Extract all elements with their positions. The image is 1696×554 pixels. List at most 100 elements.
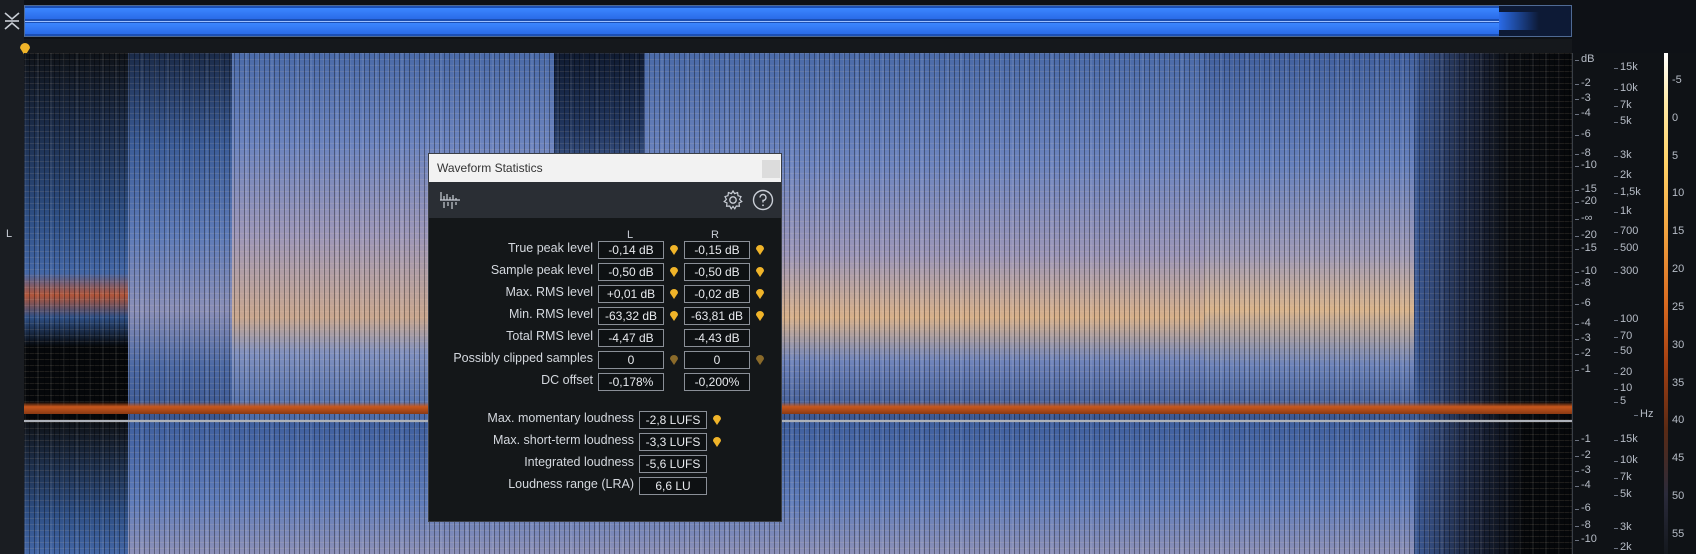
- spectral-editor: L dB -2 -3 -4 -6 -8 -10 -15 -20 -∞ -20 -…: [0, 0, 1696, 554]
- left-gutter: L: [0, 0, 24, 554]
- sample-peak-left-value: -0,50 dB: [598, 263, 664, 281]
- locate-marker-icon[interactable]: [755, 354, 765, 366]
- hz-tick: 5k: [1614, 115, 1632, 127]
- hz-tick: 3k: [1614, 521, 1632, 533]
- db-tick: -10: [1575, 533, 1597, 545]
- hz-tick: 50: [1613, 345, 1633, 357]
- color-tick: 45: [1672, 452, 1685, 464]
- locate-marker-icon[interactable]: [755, 310, 765, 322]
- locate-marker-icon[interactable]: [755, 288, 765, 300]
- db-tick: -6: [1575, 502, 1591, 514]
- integrated-loudness-value: -5,6 LUFS: [639, 455, 707, 473]
- collapse-overview-icon[interactable]: [3, 9, 21, 33]
- color-tick: 10: [1672, 187, 1685, 199]
- hz-tick: 100: [1613, 313, 1639, 325]
- true-peak-left-value: -0,14 dB: [598, 241, 664, 259]
- loudness-label-integrated: Integrated loudness: [524, 455, 634, 469]
- spectrogram-channel-right[interactable]: [24, 422, 1572, 554]
- dialog-close-button[interactable]: [762, 160, 780, 178]
- db-tick: -1: [1575, 433, 1591, 445]
- min-rms-right-value: -63,81 dB: [684, 307, 750, 325]
- color-tick: 40: [1672, 414, 1685, 426]
- hz-unit-label: Hz: [1633, 408, 1654, 420]
- hz-tick: 2k: [1614, 541, 1632, 553]
- color-gradient-bar: [1664, 53, 1668, 554]
- settings-gear-icon[interactable]: [722, 189, 744, 211]
- db-tick: -2: [1575, 347, 1591, 359]
- db-tick: -6: [1575, 297, 1591, 309]
- total-rms-right-value: -4,43 dB: [684, 329, 750, 347]
- db-scale: dB -2 -3 -4 -6 -8 -10 -15 -20 -∞ -20 -15…: [1572, 53, 1610, 554]
- color-tick: 35: [1672, 377, 1685, 389]
- hz-tick: 70: [1613, 330, 1633, 342]
- hz-tick: 5k: [1614, 488, 1632, 500]
- waveform-statistics-icon: [440, 192, 460, 209]
- db-tick: -8: [1575, 147, 1591, 159]
- locate-marker-icon[interactable]: [712, 414, 722, 426]
- hz-tick: 700: [1613, 225, 1639, 237]
- db-tick: -6: [1575, 128, 1591, 140]
- clipped-samples-left-value: 0: [598, 351, 664, 369]
- color-tick: 55: [1672, 528, 1685, 540]
- waveform-overview[interactable]: [24, 5, 1572, 37]
- hz-tick: 1,5k: [1614, 186, 1641, 198]
- hz-tick: 1k: [1614, 205, 1632, 217]
- locate-marker-icon[interactable]: [755, 266, 765, 278]
- db-tick: -4: [1575, 479, 1591, 491]
- hz-tick: 7k: [1614, 471, 1632, 483]
- hz-tick: 20: [1613, 366, 1633, 378]
- sample-peak-right-value: -0,50 dB: [684, 263, 750, 281]
- spectrogram-view[interactable]: [24, 53, 1572, 554]
- db-tick: -2: [1575, 449, 1591, 461]
- waveform-statistics-dialog: Waveform Statistics L R True peak level …: [428, 153, 782, 522]
- db-tick: -2: [1575, 77, 1591, 89]
- stat-label-sample-peak: Sample peak level: [490, 263, 593, 277]
- stat-label-dc-offset: DC offset: [541, 373, 593, 387]
- column-header-right: R: [711, 229, 719, 241]
- locate-marker-icon[interactable]: [669, 244, 679, 256]
- timeline-ruler[interactable]: [24, 39, 1572, 53]
- locate-marker-icon[interactable]: [712, 436, 722, 448]
- db-tick: -15: [1575, 242, 1597, 254]
- db-tick: -3: [1575, 464, 1591, 476]
- db-tick: -1: [1575, 363, 1591, 375]
- dialog-toolbar: [429, 182, 781, 218]
- dc-offset-right-value: -0,200%: [684, 373, 750, 391]
- frequency-scale: 15k 10k 7k 5k 3k 2k 1,5k 1k 700 500 300 …: [1610, 53, 1662, 554]
- locate-marker-icon[interactable]: [669, 266, 679, 278]
- min-rms-left-value: -63,32 dB: [598, 307, 664, 325]
- db-tick: -20: [1575, 229, 1597, 241]
- hz-tick: 10: [1613, 382, 1633, 394]
- spectrogram-channel-left[interactable]: [24, 53, 1572, 420]
- stat-label-min-rms: Min. RMS level: [508, 307, 593, 321]
- stat-label-total-rms: Total RMS level: [506, 329, 593, 343]
- db-tick: -3: [1575, 332, 1591, 344]
- max-rms-left-value: +0,01 dB: [598, 285, 664, 303]
- hz-tick: 15k: [1614, 61, 1638, 73]
- locate-marker-icon[interactable]: [669, 310, 679, 322]
- stat-label-true-peak: True peak level: [508, 241, 593, 255]
- color-tick: 0: [1672, 112, 1679, 124]
- hz-tick: 7k: [1614, 99, 1632, 111]
- true-peak-right-value: -0,15 dB: [684, 241, 750, 259]
- color-tick: 5: [1672, 150, 1679, 162]
- db-tick: -15: [1575, 183, 1597, 195]
- dialog-title[interactable]: Waveform Statistics: [429, 154, 781, 182]
- channel-label-left: L: [6, 228, 13, 240]
- locate-marker-icon[interactable]: [669, 288, 679, 300]
- hz-tick: 5: [1613, 395, 1627, 407]
- color-tick: 20: [1672, 263, 1685, 275]
- help-icon[interactable]: [752, 189, 774, 211]
- hz-tick: 10k: [1614, 454, 1638, 466]
- max-rms-right-value: -0,02 dB: [684, 285, 750, 303]
- color-intensity-scale: -5 0 5 10 15 20 25 30 35 40 45 50 55: [1662, 53, 1696, 554]
- db-tick: -10: [1575, 265, 1597, 277]
- loudness-label-max-momentary: Max. momentary loudness: [487, 411, 634, 425]
- db-tick: -20: [1575, 195, 1597, 207]
- locate-marker-icon[interactable]: [755, 244, 765, 256]
- db-tick: -8: [1575, 519, 1591, 531]
- color-tick: 30: [1672, 339, 1685, 351]
- locate-marker-icon[interactable]: [669, 354, 679, 366]
- clipped-samples-right-value: 0: [684, 351, 750, 369]
- total-rms-left-value: -4,47 dB: [598, 329, 664, 347]
